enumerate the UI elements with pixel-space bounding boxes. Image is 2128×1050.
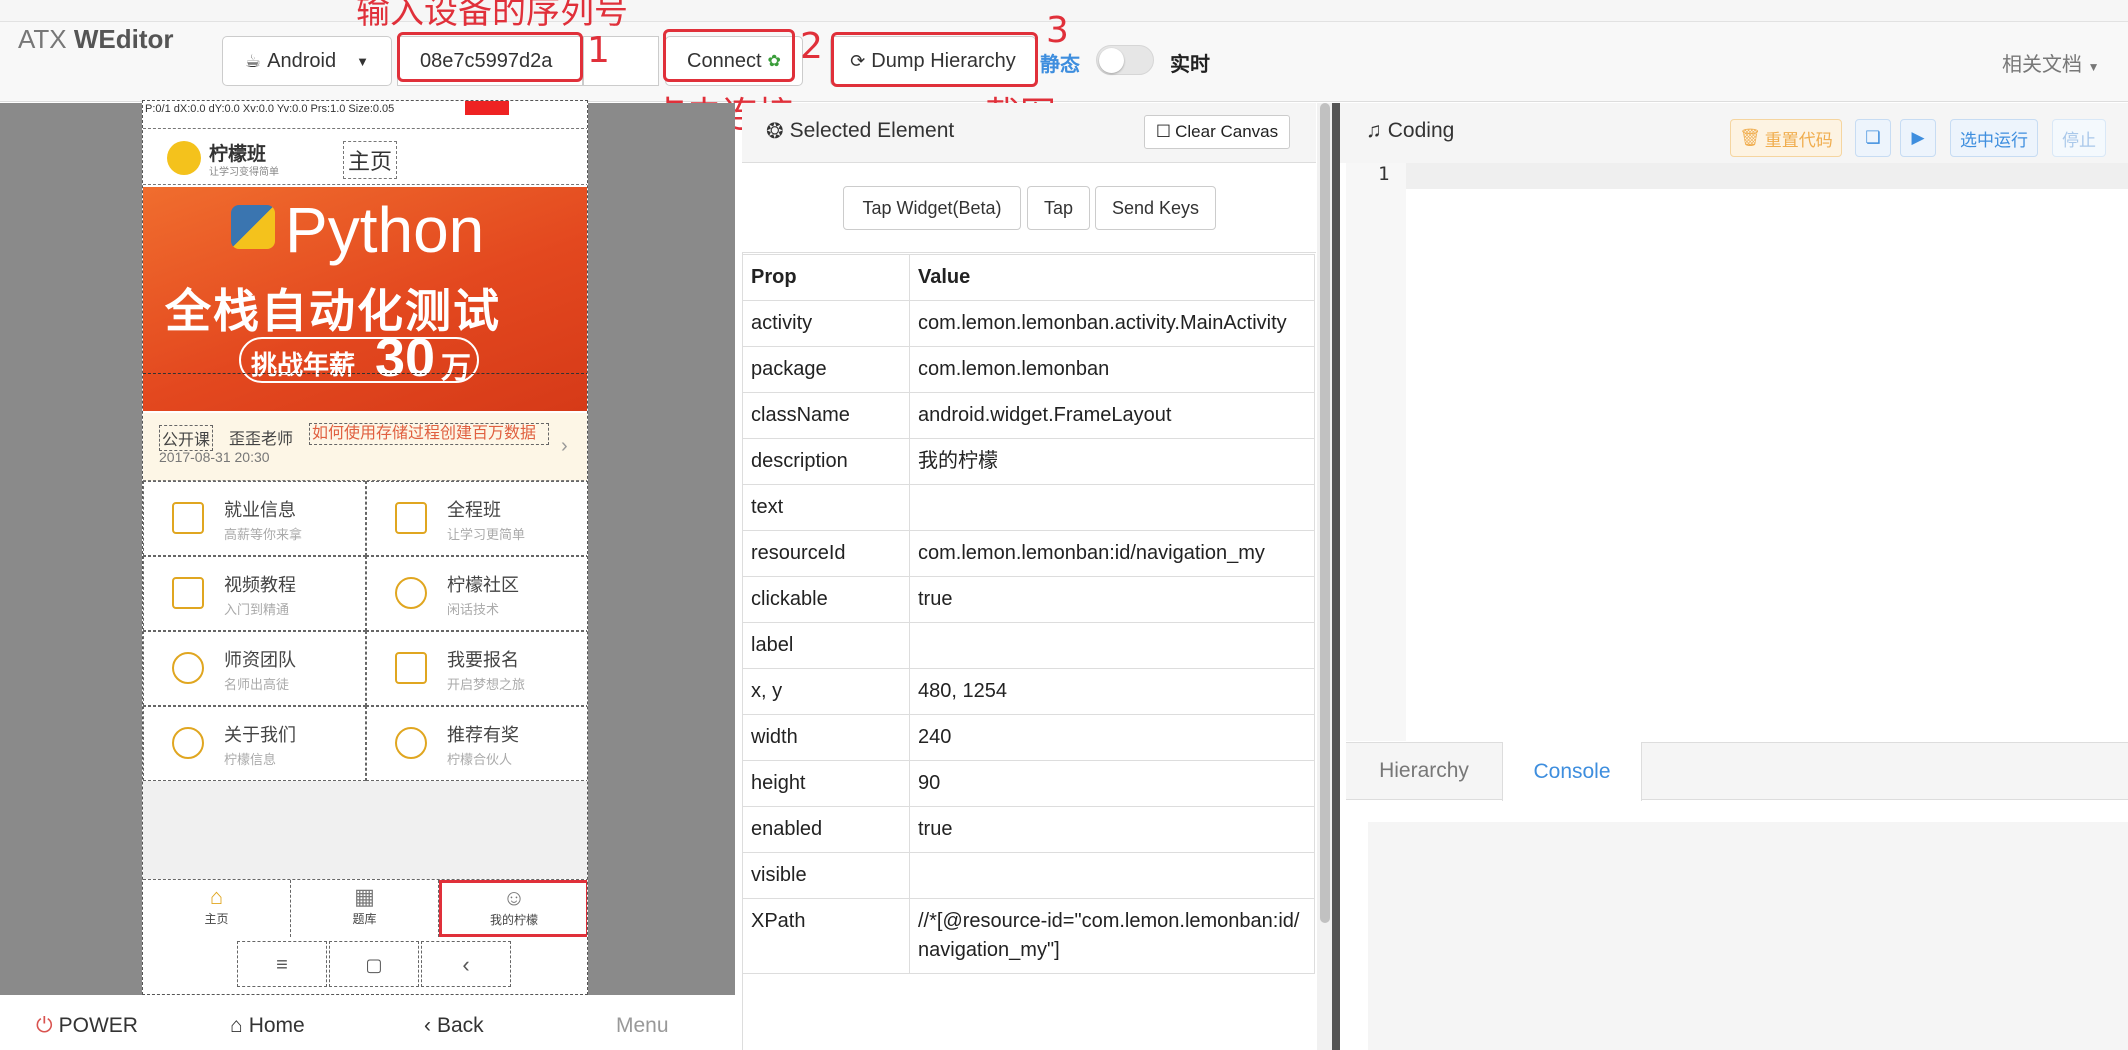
table-row: className android.widget.FrameLayout — [742, 392, 1315, 439]
chevron-right-icon: › — [561, 435, 568, 457]
table-row: label — [742, 622, 1315, 669]
mode-realtime-label: 实时 — [1170, 54, 1210, 76]
run-selected-button[interactable]: 选中运行 — [1950, 119, 2038, 157]
checkbox-icon: ☐ — [1155, 122, 1172, 141]
code-editor[interactable] — [1346, 163, 2128, 741]
caret-down-icon: ▼ — [356, 53, 369, 69]
device-screenshot[interactable]: P:0/1 dX:0.0 dY:0.0 Xv:0.0 Yv:0.0 Prs:1.… — [142, 100, 588, 995]
grid-item-jobs[interactable]: 就业信息 高薪等你来拿 — [143, 481, 366, 556]
annotation-box-connect — [663, 29, 795, 82]
console-output[interactable] — [1368, 822, 2128, 1050]
annotation-step3: 3 — [1046, 10, 1069, 51]
pane-divider[interactable] — [1332, 103, 1340, 1050]
logo-name: 柠檬班 — [209, 144, 267, 165]
annotation-box-serial — [397, 32, 583, 82]
home-icon: ⌂ — [230, 1014, 243, 1037]
mode-static-label: 静态 — [1040, 54, 1080, 76]
copy-icon[interactable]: ❏ — [1855, 119, 1891, 157]
table-row: package com.lemon.lemonban — [742, 346, 1315, 393]
table-row: description 我的柠檬 — [742, 438, 1315, 485]
table-row: x, y 480, 1254 — [742, 668, 1315, 715]
user-icon: ☺ — [502, 885, 526, 910]
feature-grid: 就业信息 高薪等你来拿 全程班 让学习更简单 视频教程 入门到精通 柠檬社区 闲话技术 … — [143, 481, 587, 781]
tab-question-bank[interactable]: ▦ 题库 — [291, 880, 439, 937]
home-button[interactable]: ⌂ Home — [230, 1014, 305, 1038]
tap-button[interactable]: Tap — [1027, 186, 1090, 230]
caret-down-icon: ▼ — [2087, 60, 2100, 74]
realtime-toggle[interactable] — [1096, 45, 1154, 75]
pointer-status-bar: P:0/1 dX:0.0 dY:0.0 Xv:0.0 Yv:0.0 Prs:1.… — [143, 101, 587, 129]
table-row: enabled true — [742, 806, 1315, 853]
grid-item-teachers[interactable]: 师资团队 名师出高徒 — [143, 631, 366, 706]
reset-code-button[interactable]: 🗑 重置代码 — [1730, 119, 1842, 157]
run-icon[interactable]: ▶ — [1900, 119, 1936, 157]
back-icon: ‹ — [424, 1014, 431, 1037]
tab-hierarchy[interactable]: Hierarchy — [1346, 742, 1502, 800]
back-chevron-icon[interactable]: ‹ — [421, 941, 511, 987]
grid-item-fullcourse[interactable]: 全程班 让学习更简单 — [366, 481, 587, 556]
table-row: text — [742, 484, 1315, 531]
tap-widget-button[interactable]: Tap Widget(Beta) — [843, 186, 1021, 230]
inspector-header: ❂ Selected Element ☐ Clear Canvas — [742, 103, 1316, 163]
table-row: clickable true — [742, 576, 1315, 623]
recents-icon[interactable]: ≡ — [237, 941, 327, 987]
coding-title: Coding — [1387, 119, 1455, 142]
table-row: XPath//*[@resource-id="com.lemon.lemonba… — [742, 898, 1315, 974]
target-icon: ❂ — [766, 120, 784, 143]
docs-menu[interactable]: 相关文档 ▼ — [2002, 48, 2099, 77]
android-icon: ☕ — [245, 50, 262, 71]
home-icon: ⌂ — [209, 884, 224, 909]
annotation-step1: 1 — [587, 30, 610, 71]
table-row: resourceId com.lemon.lemonban:id/navigati… — [742, 530, 1315, 577]
power-icon: ⏻ — [36, 1014, 53, 1037]
clear-canvas-button[interactable]: ☐ Clear Canvas — [1144, 115, 1290, 149]
annotation-serial-hint: 输入设备的序列号 — [356, 0, 628, 32]
back-button[interactable]: ‹ Back — [424, 1014, 484, 1038]
annotation-box-dump — [831, 32, 1038, 87]
grid-item-about[interactable]: 关于我们 柠檬信息 — [143, 706, 366, 781]
tab-my-lemon[interactable]: ☺ 我的柠檬 — [439, 880, 587, 937]
app-header: 柠檬班 让学习变得简单 主页 — [143, 129, 587, 185]
table-row: height 90 — [742, 760, 1315, 807]
table-row: visible — [742, 852, 1315, 899]
logo-sub: 让学习变得简单 — [209, 167, 279, 178]
active-line — [1406, 163, 2128, 189]
grid-item-videos[interactable]: 视频教程 入门到精通 — [143, 556, 366, 631]
app-brand[interactable]: ATX WEditor — [18, 24, 174, 55]
stop-button[interactable]: 停止 — [2052, 119, 2106, 157]
power-button[interactable]: ⏻ POWER — [36, 1014, 138, 1038]
python-logo-icon — [231, 205, 275, 249]
table-row: width 240 — [742, 714, 1315, 761]
platform-select[interactable]: ☕ Android ▼ — [222, 36, 392, 86]
tab-console[interactable]: Console — [1502, 742, 1642, 801]
lemon-logo-icon — [167, 141, 201, 175]
grid-item-referral[interactable]: 推荐有奖 柠檬合伙人 — [366, 706, 587, 781]
trash-icon: 🗑 — [1739, 128, 1761, 147]
line-number: 1 — [1378, 163, 1390, 185]
home-square-icon[interactable]: ▢ — [329, 941, 419, 987]
inspector-title: Selected Element — [789, 119, 955, 142]
annotation-step2: 2 — [800, 26, 823, 67]
menu-button[interactable]: Menu — [616, 1014, 669, 1038]
grid-icon: ▦ — [354, 884, 375, 909]
inspector-scrollbar-thumb[interactable] — [1320, 103, 1330, 923]
music-note-icon: ♫ — [1366, 119, 1382, 142]
table-row: activity com.lemon.lemonban.activity.Main… — [742, 300, 1315, 347]
grid-item-community[interactable]: 柠檬社区 闲话技术 — [366, 556, 587, 631]
grid-item-signup[interactable]: 我要报名 开启梦想之旅 — [366, 631, 587, 706]
tab-home[interactable]: ⌂ 主页 — [143, 880, 291, 937]
notice-bar[interactable]: 公开课 歪歪老师 2017-08-31 20:30 如何使用存储过程创建百万数据… — [143, 413, 587, 481]
android-nav-bar: ≡ ▢ ‹ — [143, 937, 587, 993]
home-title: 主页 — [343, 141, 398, 179]
app-tab-bar: ⌂ 主页 ▦ 题库 ☺ 我的柠檬 — [143, 879, 587, 937]
table-header: Prop Value — [742, 254, 1315, 301]
editor-gutter: 1 — [1346, 163, 1406, 741]
promo-banner[interactable]: Python 全栈自动化测试 挑战年薪 30 万 — [143, 187, 587, 411]
empty-area — [143, 781, 587, 879]
properties-table: Prop Value activity com.lemon.lemonban.act… — [742, 254, 1315, 974]
send-keys-button[interactable]: Send Keys — [1095, 186, 1216, 230]
